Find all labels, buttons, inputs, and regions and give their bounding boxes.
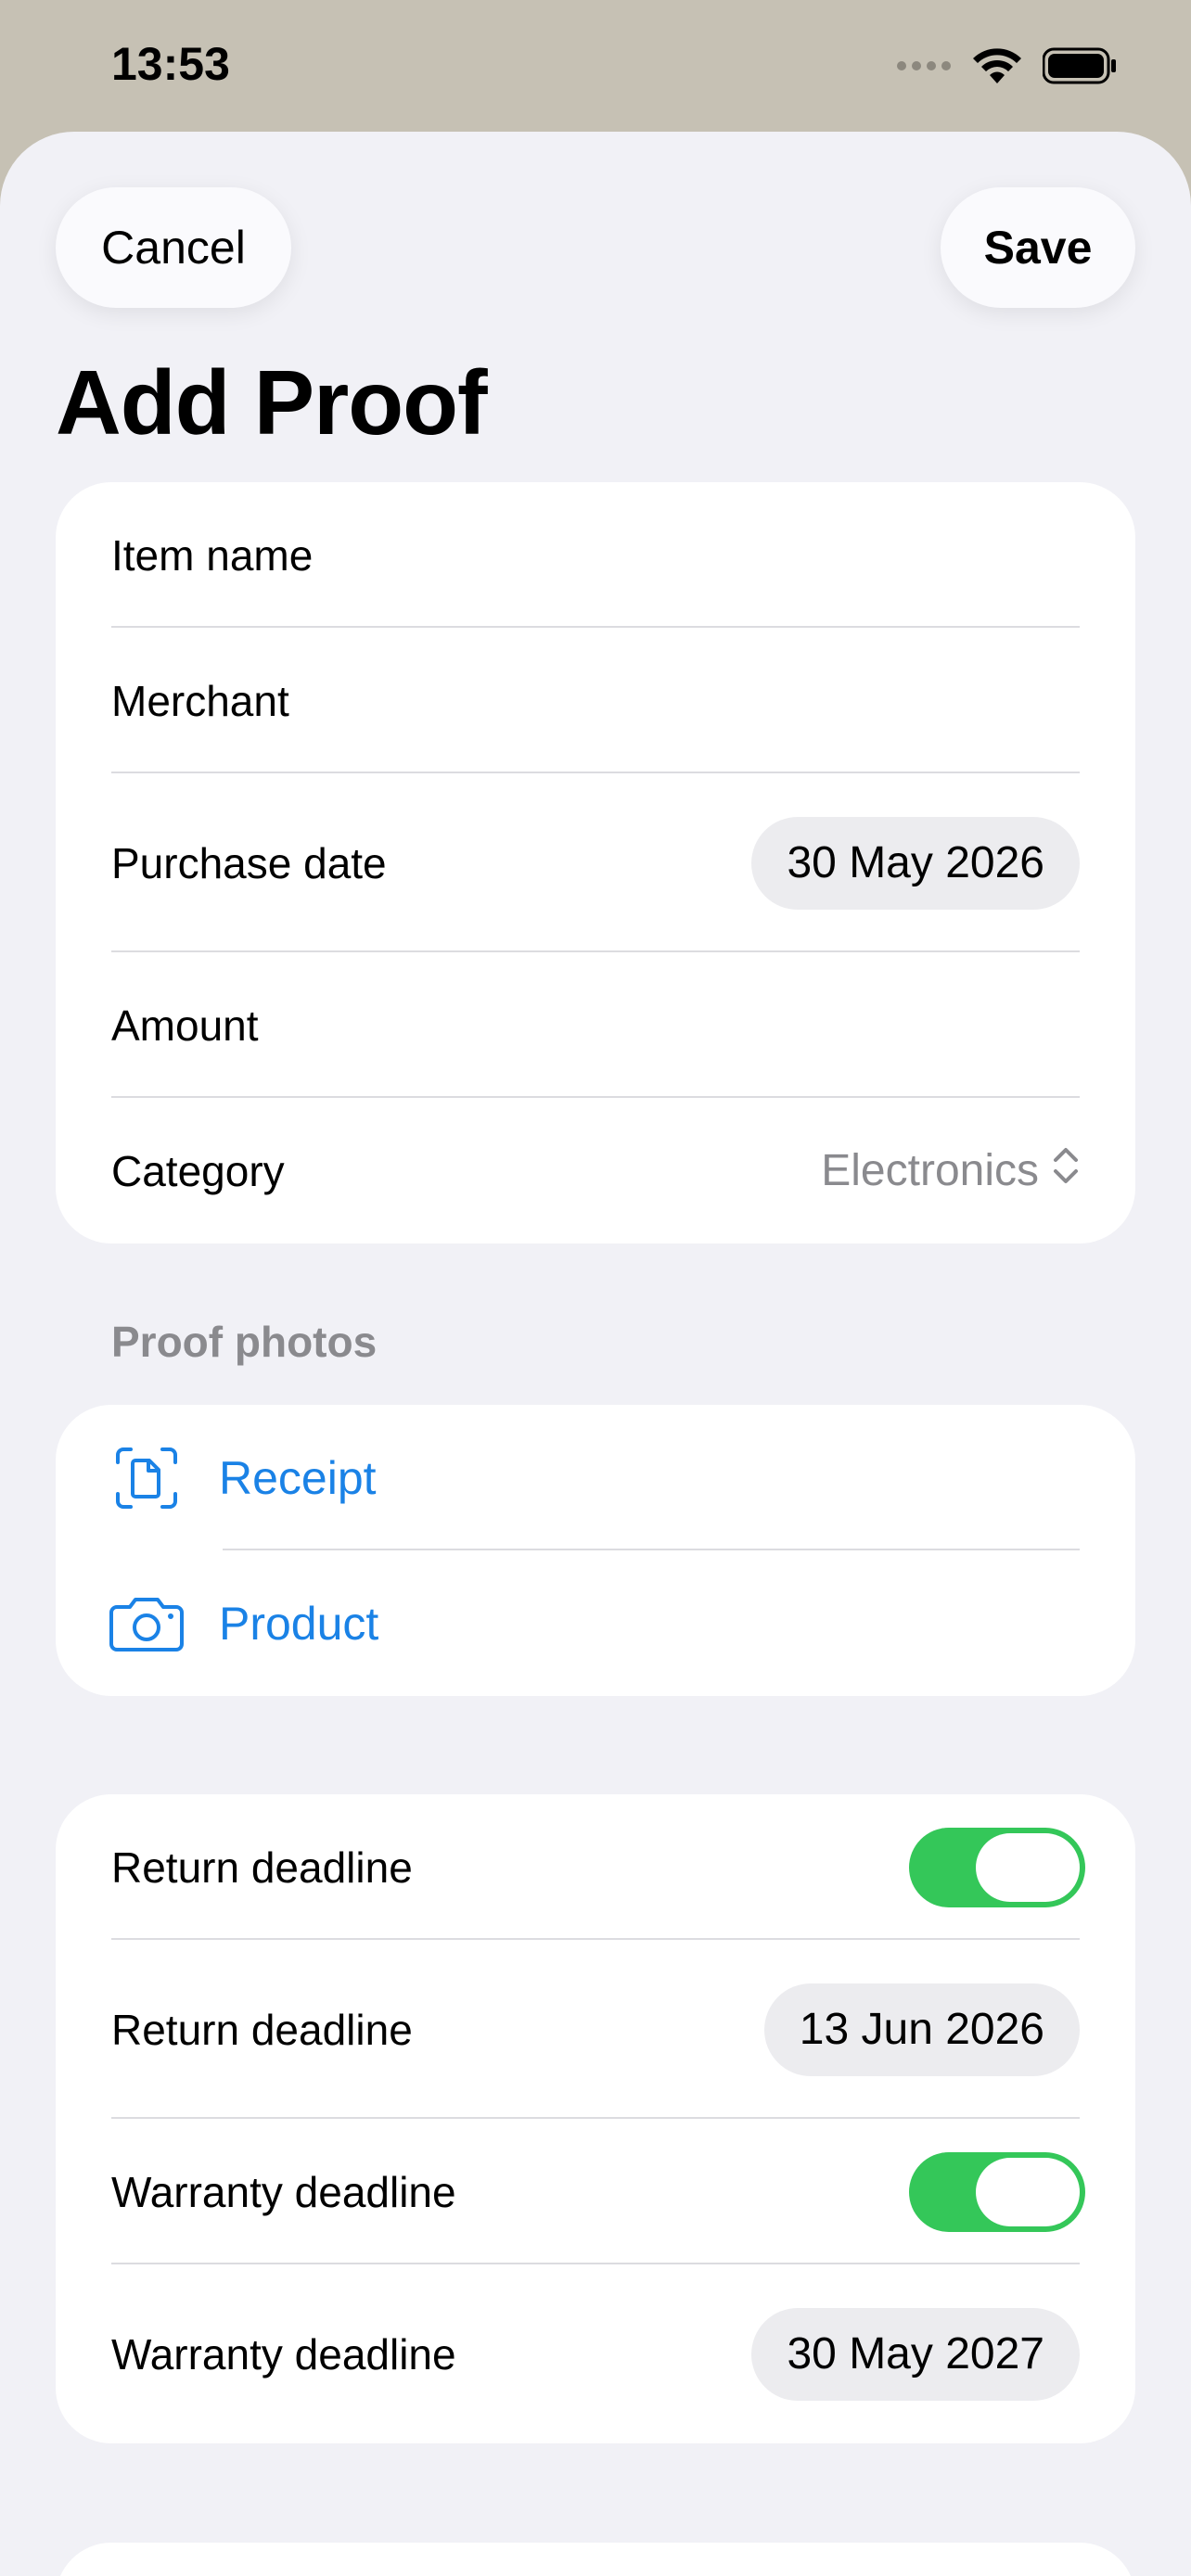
product-photo-button[interactable]: Product — [56, 1550, 1135, 1696]
proof-photos-header: Proof photos — [111, 1318, 378, 1366]
category-row: Category Electronics — [56, 1098, 1135, 1243]
amount-placeholder: Amount — [111, 1001, 259, 1050]
toggle-knob — [976, 1832, 1080, 1902]
amount-field[interactable]: Amount — [56, 952, 1135, 1098]
proof-photos-card: Receipt Product — [56, 1405, 1135, 1696]
merchant-placeholder: Merchant — [111, 676, 289, 725]
cancel-button[interactable]: Cancel — [56, 187, 291, 308]
category-picker[interactable]: Electronics — [821, 1145, 1080, 1197]
purchase-date-row: Purchase date 30 May 2026 — [56, 773, 1135, 952]
receipt-photo-button[interactable]: Receipt — [56, 1405, 1135, 1550]
camera-icon — [108, 1585, 186, 1663]
wifi-icon — [972, 46, 1022, 90]
product-label: Product — [219, 1597, 379, 1650]
deadlines-card: Return deadline Return deadline 13 Jun 2… — [56, 1794, 1135, 2443]
details-card: Item name Merchant Purchase date 30 May … — [56, 482, 1135, 1243]
cellular-signal-icon — [896, 59, 952, 77]
return-deadline-toggle-row: Return deadline — [56, 1794, 1135, 1940]
item-name-field[interactable]: Item name — [56, 482, 1135, 628]
chevron-up-down-icon — [1052, 1145, 1080, 1197]
warranty-deadline-date-row: Warranty deadline 30 May 2027 — [56, 2264, 1135, 2443]
status-icons — [896, 45, 1117, 91]
add-proof-sheet: Cancel Save Add Proof Item name Merchant… — [0, 132, 1191, 2576]
return-deadline-date-row: Return deadline 13 Jun 2026 — [56, 1940, 1135, 2119]
battery-icon — [1042, 47, 1117, 89]
status-bar: 13:53 — [0, 0, 1191, 132]
toggle-knob — [976, 2157, 1080, 2226]
warranty-deadline-toggle-label: Warranty deadline — [111, 2167, 456, 2216]
doc-scan-icon — [108, 1439, 186, 1517]
return-deadline-picker[interactable]: 13 Jun 2026 — [763, 1983, 1080, 2076]
warranty-deadline-date-label: Warranty deadline — [111, 2329, 456, 2378]
warranty-deadline-toggle[interactable] — [909, 2151, 1085, 2232]
purchase-date-label: Purchase date — [111, 838, 387, 887]
merchant-field[interactable]: Merchant — [56, 628, 1135, 773]
return-deadline-date-label: Return deadline — [111, 2005, 413, 2054]
purchase-date-picker[interactable]: 30 May 2026 — [751, 816, 1080, 910]
status-time: 13:53 — [111, 38, 230, 90]
warranty-deadline-toggle-row: Warranty deadline — [56, 2119, 1135, 2264]
page-title: Add Proof — [56, 351, 488, 453]
warranty-deadline-picker[interactable]: 30 May 2027 — [751, 2307, 1080, 2401]
category-label: Category — [111, 1146, 285, 1195]
save-button[interactable]: Save — [941, 187, 1135, 308]
return-deadline-toggle-label: Return deadline — [111, 1843, 413, 1892]
next-card — [56, 2543, 1135, 2576]
return-deadline-toggle[interactable] — [909, 1827, 1085, 1907]
item-name-placeholder: Item name — [111, 530, 314, 580]
category-value: Electronics — [821, 1146, 1039, 1195]
receipt-label: Receipt — [219, 1451, 377, 1504]
